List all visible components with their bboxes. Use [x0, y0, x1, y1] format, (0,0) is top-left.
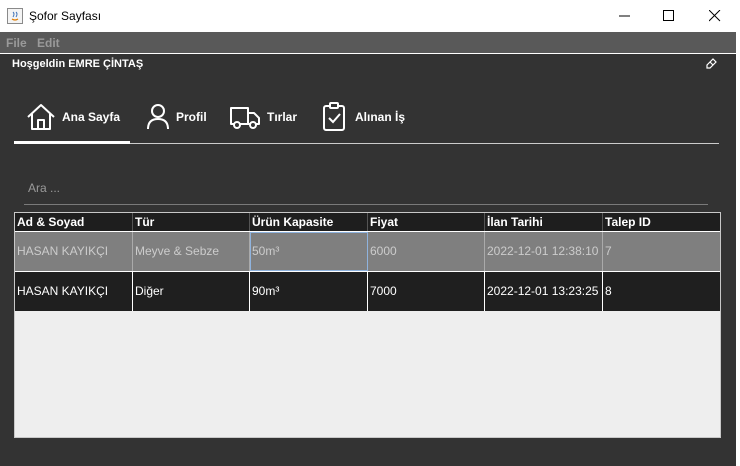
table-cell[interactable]: 2022-12-01 13:23:25: [485, 272, 603, 311]
maximize-icon: [663, 10, 674, 21]
tab-ana-sayfa[interactable]: Ana Sayfa: [26, 100, 120, 134]
eraser-icon[interactable]: [705, 56, 719, 70]
window-title: Şofor Sayfası: [29, 9, 102, 23]
menu-file[interactable]: File: [6, 36, 27, 50]
table-cell[interactable]: HASAN KAYIKÇI: [15, 272, 133, 311]
table-cell[interactable]: 6000: [368, 232, 485, 271]
tab-profil[interactable]: Profil: [146, 100, 207, 134]
close-icon: [709, 10, 721, 22]
minimize-icon: [619, 15, 630, 17]
ilan-table: Ad & Soyad Tür Ürün Kapasite Fiyat İlan …: [14, 212, 721, 438]
search-input[interactable]: [24, 172, 708, 204]
tab-label: Tırlar: [267, 110, 298, 124]
table-cell[interactable]: Meyve & Sebze: [133, 232, 250, 271]
maximize-button[interactable]: [646, 0, 692, 32]
table-row[interactable]: HASAN KAYIKÇI Meyve & Sebze 50m³ 6000 20…: [15, 232, 720, 271]
window-edge: [736, 32, 740, 466]
table-header: Ad & Soyad Tür Ürün Kapasite Fiyat İlan …: [15, 213, 720, 232]
close-button[interactable]: [692, 0, 738, 32]
user-icon: [147, 104, 169, 130]
table-cell[interactable]: 50m³: [250, 232, 368, 271]
main-frame: File Edit Hoşgeldin EMRE ÇİNTAŞ Ana Sayf…: [0, 32, 736, 466]
minimize-button[interactable]: [602, 0, 648, 32]
home-icon: [27, 104, 55, 130]
java-app-icon: [7, 8, 23, 24]
tab-label: Profil: [176, 110, 207, 124]
table-cell[interactable]: 7: [603, 232, 720, 271]
search-box: [24, 172, 708, 205]
table-cell[interactable]: 2022-12-01 12:38:10: [485, 232, 603, 271]
truck-icon: [230, 107, 260, 129]
table-cell[interactable]: HASAN KAYIKÇI: [15, 232, 133, 271]
table-cell[interactable]: Diğer: [133, 272, 250, 311]
menu-bar: File Edit: [0, 32, 736, 54]
table-cell[interactable]: 7000: [368, 272, 485, 311]
table-cell[interactable]: 8: [603, 272, 720, 311]
tab-tirlar[interactable]: Tırlar: [229, 100, 297, 134]
column-header[interactable]: İlan Tarihi: [485, 213, 603, 231]
welcome-text: Hoşgeldin EMRE ÇİNTAŞ: [12, 58, 144, 70]
column-header[interactable]: Ad & Soyad: [15, 213, 133, 231]
title-bar[interactable]: Şofor Sayfası: [0, 0, 740, 32]
column-header[interactable]: Ürün Kapasite: [250, 213, 368, 231]
column-header[interactable]: Fiyat: [368, 213, 485, 231]
clipboard-check-icon: [323, 102, 345, 131]
menu-edit[interactable]: Edit: [37, 36, 60, 50]
column-header[interactable]: Talep ID: [603, 213, 720, 231]
active-tab-indicator: [14, 141, 130, 144]
tab-label: Ana Sayfa: [62, 110, 121, 124]
tab-label: Alınan İş: [355, 110, 406, 124]
column-header[interactable]: Tür: [133, 213, 250, 231]
table-cell[interactable]: 90m³: [250, 272, 368, 311]
table-row[interactable]: HASAN KAYIKÇI Diğer 90m³ 7000 2022-12-01…: [15, 272, 720, 311]
tab-alinan-is[interactable]: Alınan İş: [321, 100, 405, 134]
